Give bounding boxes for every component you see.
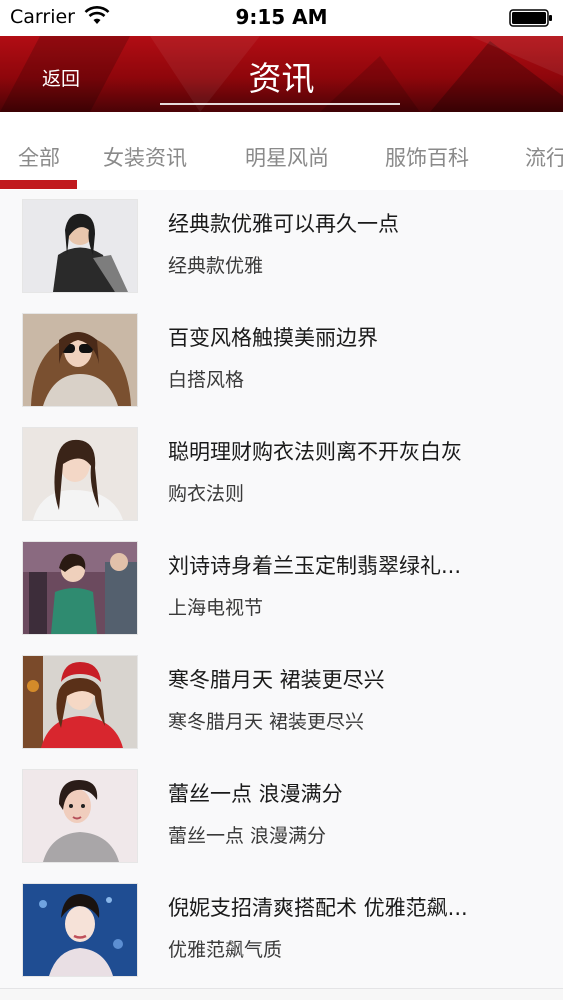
list-item[interactable]: 倪妮支招清爽搭配术 优雅范飙... 优雅范飙气质 xyxy=(0,874,563,989)
list-item[interactable]: 蕾丝一点 浪漫满分 蕾丝一点 浪漫满分 xyxy=(0,760,563,875)
category-tabs: 全部 女装资讯 明星风尚 服饰百科 流行 xyxy=(0,112,563,190)
tab-trends[interactable]: 流行 xyxy=(525,142,563,172)
article-thumbnail xyxy=(22,313,138,407)
tab-women-news[interactable]: 女装资讯 xyxy=(103,142,187,172)
article-thumbnail xyxy=(22,427,138,521)
article-subtitle: 白搭风格 xyxy=(168,369,245,391)
list-item[interactable]: 刘诗诗身着兰玉定制翡翠绿礼... 上海电视节 xyxy=(0,532,563,647)
battery-icon xyxy=(509,9,552,27)
article-subtitle: 优雅范飙气质 xyxy=(168,939,283,961)
article-thumbnail xyxy=(22,655,138,749)
tab-celebrity-style[interactable]: 明星风尚 xyxy=(245,142,329,172)
list-item[interactable]: 经典款优雅可以再久一点 经典款优雅 xyxy=(0,190,563,305)
nav-header: 返回 资讯 xyxy=(0,36,563,112)
tab-apparel-encyclopedia[interactable]: 服饰百科 xyxy=(385,142,469,172)
article-subtitle: 上海电视节 xyxy=(168,597,264,619)
article-subtitle: 蕾丝一点 浪漫满分 xyxy=(168,825,327,847)
page-title: 资讯 xyxy=(248,59,315,98)
article-title: 寒冬腊月天 裙装更尽兴 xyxy=(168,668,385,692)
article-title: 聪明理财购衣法则离不开灰白灰 xyxy=(168,440,462,464)
article-title: 刘诗诗身着兰玉定制翡翠绿礼... xyxy=(168,554,462,578)
article-thumbnail xyxy=(22,769,138,863)
tab-all[interactable]: 全部 xyxy=(18,142,60,172)
article-subtitle: 购衣法则 xyxy=(168,483,245,505)
list-item[interactable]: 聪明理财购衣法则离不开灰白灰 购衣法则 xyxy=(0,418,563,533)
article-title: 经典款优雅可以再久一点 xyxy=(168,212,399,236)
article-subtitle: 寒冬腊月天 裙装更尽兴 xyxy=(168,711,365,733)
article-title: 蕾丝一点 浪漫满分 xyxy=(168,782,343,806)
list-item[interactable]: 百变风格触摸美丽边界 白搭风格 xyxy=(0,304,563,419)
article-subtitle: 经典款优雅 xyxy=(168,255,264,277)
title-underline xyxy=(160,103,400,105)
article-title: 倪妮支招清爽搭配术 优雅范飙... xyxy=(168,896,468,920)
article-thumbnail xyxy=(22,883,138,977)
article-thumbnail xyxy=(22,199,138,293)
list-item[interactable]: 寒冬腊月天 裙装更尽兴 寒冬腊月天 裙装更尽兴 xyxy=(0,646,563,761)
article-list: 经典款优雅可以再久一点 经典款优雅 百变风格触摸美丽边界 白搭风格 聪明理财购衣… xyxy=(0,190,563,1000)
active-tab-indicator xyxy=(0,180,77,189)
clock: 9:15 AM xyxy=(235,5,328,29)
status-bar: Carrier 9:15 AM xyxy=(0,0,563,36)
article-thumbnail xyxy=(22,541,138,635)
article-title: 百变风格触摸美丽边界 xyxy=(168,326,378,350)
